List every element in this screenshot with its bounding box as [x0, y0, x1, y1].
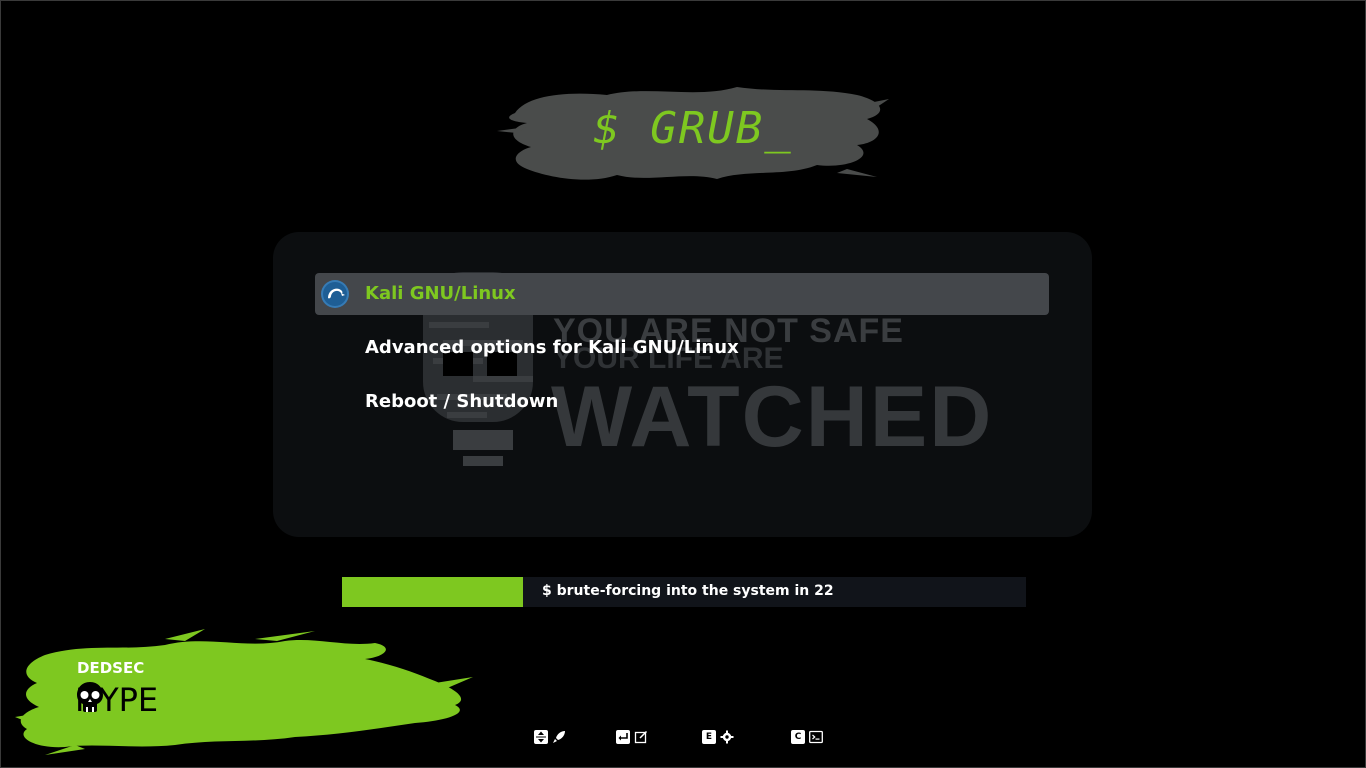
grub-boot-screen: $ GRUB_ YOU ARE NOT SAFE YOUR LIFE ARE W…: [0, 0, 1366, 768]
menu-entry-reboot-shutdown[interactable]: Reboot / Shutdown: [315, 381, 1049, 423]
countdown-text: $ brute-forcing into the system in 22: [542, 583, 834, 599]
grub-title-logo: $ GRUB_: [497, 73, 889, 191]
countdown-progress-fill: [342, 577, 524, 607]
boot-countdown-bar: $ brute-forcing into the system in 22: [342, 577, 1026, 607]
dedsec-hype-badge: DEDSEC HYPE: [15, 625, 475, 757]
hint-navigate-boot: [534, 727, 566, 747]
enter-key-icon: [616, 730, 630, 744]
up-down-arrows-icon: [534, 730, 548, 744]
menu-entry-label: Kali GNU/Linux: [365, 283, 516, 304]
menu-entry-advanced-options[interactable]: Advanced options for Kali GNU/Linux: [315, 327, 1049, 369]
edit-icon: [634, 730, 648, 744]
boot-menu-panel: YOU ARE NOT SAFE YOUR LIFE ARE WATCHED K…: [273, 232, 1092, 537]
badge-bottom: HYPE: [75, 681, 158, 719]
menu-entry-kali[interactable]: Kali GNU/Linux: [315, 273, 1049, 315]
menu-entry-label: Advanced options for Kali GNU/Linux: [365, 337, 739, 358]
terminal-icon: [809, 730, 823, 744]
kali-dragon-icon: [321, 280, 349, 308]
grub-title-text: $ GRUB_: [593, 103, 793, 154]
hint-e-settings: E: [702, 727, 734, 747]
c-key-icon: C: [791, 730, 805, 744]
gear-icon: [720, 730, 734, 744]
rocket-icon: [553, 731, 565, 743]
badge-top-text: DEDSEC: [77, 659, 145, 677]
hint-enter-edit: [616, 727, 648, 747]
e-key-icon: E: [702, 730, 716, 744]
menu-entry-label: Reboot / Shutdown: [365, 391, 559, 412]
hint-c-terminal: C: [791, 727, 823, 747]
skull-icon: [77, 682, 103, 712]
